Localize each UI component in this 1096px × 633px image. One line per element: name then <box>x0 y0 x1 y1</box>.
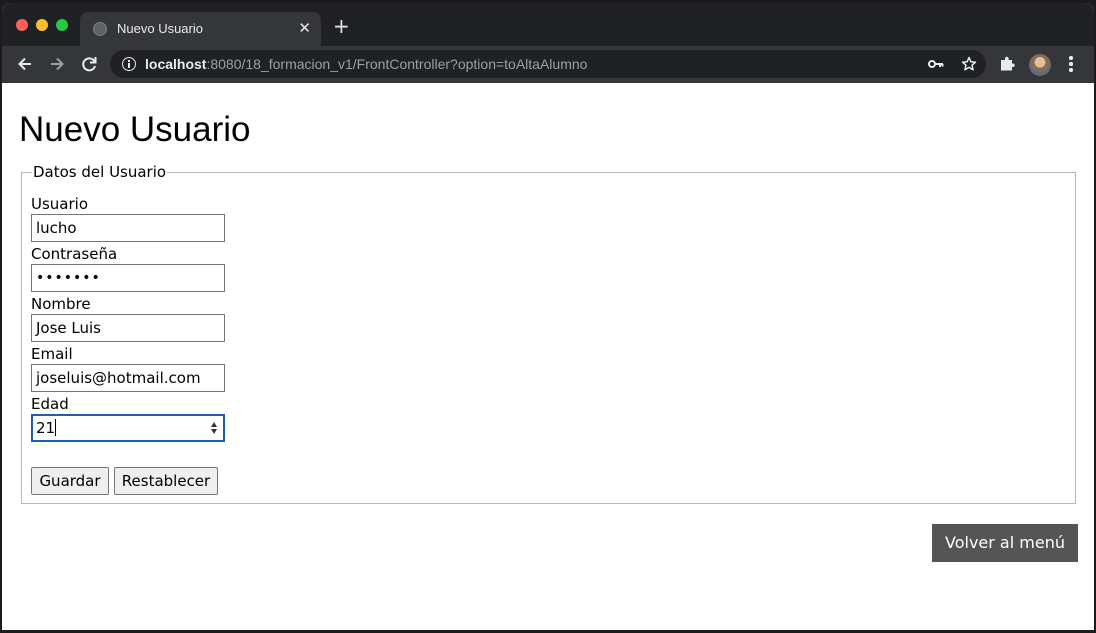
close-window-button[interactable] <box>16 19 28 31</box>
url-path: :8080/18_formacion_v1/FrontController?op… <box>206 56 588 72</box>
address-bar[interactable]: localhost:8080/18_formacion_v1/FrontCont… <box>110 50 986 78</box>
browser-window: Nuevo Usuario ✕ + localhost:8080/18_form… <box>2 3 1094 630</box>
url-text: localhost:8080/18_formacion_v1/FrontCont… <box>145 56 587 72</box>
forward-icon[interactable] <box>47 54 67 74</box>
tab-close-icon[interactable]: ✕ <box>298 19 311 37</box>
usuario-input[interactable]: lucho <box>31 214 225 242</box>
new-tab-button[interactable]: + <box>333 16 350 36</box>
browser-tab[interactable]: Nuevo Usuario ✕ <box>80 12 321 46</box>
url-host: localhost <box>145 56 207 72</box>
avatar[interactable] <box>1029 54 1051 76</box>
guardar-button[interactable]: Guardar <box>31 467 109 495</box>
reload-icon[interactable] <box>79 54 99 74</box>
tab-title: Nuevo Usuario <box>117 21 203 36</box>
edad-value: 21 <box>36 419 56 437</box>
info-icon[interactable] <box>122 57 136 71</box>
page-content: Nuevo Usuario Datos del Usuario Usuario … <box>2 83 1094 630</box>
globe-icon <box>93 22 107 36</box>
title-bar: Nuevo Usuario ✕ + <box>2 3 1094 46</box>
maximize-window-button[interactable] <box>56 19 68 31</box>
menu-icon[interactable] <box>1069 56 1073 72</box>
password-input[interactable]: ••••••• <box>31 264 225 292</box>
edad-label: Edad <box>31 395 69 413</box>
back-icon[interactable] <box>15 54 35 74</box>
spin-up-icon[interactable] <box>211 422 217 427</box>
fieldset-legend: Datos del Usuario <box>32 163 168 181</box>
edad-number-input[interactable]: 21 <box>31 414 225 442</box>
minimize-window-button[interactable] <box>36 19 48 31</box>
usuario-label: Usuario <box>31 195 89 213</box>
extensions-icon[interactable] <box>999 55 1016 72</box>
spin-down-icon[interactable] <box>211 429 217 434</box>
nombre-label: Nombre <box>31 295 91 313</box>
volver-menu-button[interactable]: Volver al menú <box>932 524 1078 562</box>
nombre-input[interactable]: Jose Luis <box>31 314 225 342</box>
number-spinner[interactable] <box>209 420 219 438</box>
browser-toolbar: localhost:8080/18_formacion_v1/FrontCont… <box>2 46 1094 83</box>
restablecer-button[interactable]: Restablecer <box>114 467 218 495</box>
star-icon[interactable] <box>961 56 977 72</box>
key-icon[interactable] <box>928 58 944 70</box>
page-title: Nuevo Usuario <box>19 110 251 149</box>
password-label: Contraseña <box>31 245 118 263</box>
email-input[interactable]: joseluis@hotmail.com <box>31 364 225 392</box>
text-caret <box>55 419 57 436</box>
email-label: Email <box>31 345 73 363</box>
